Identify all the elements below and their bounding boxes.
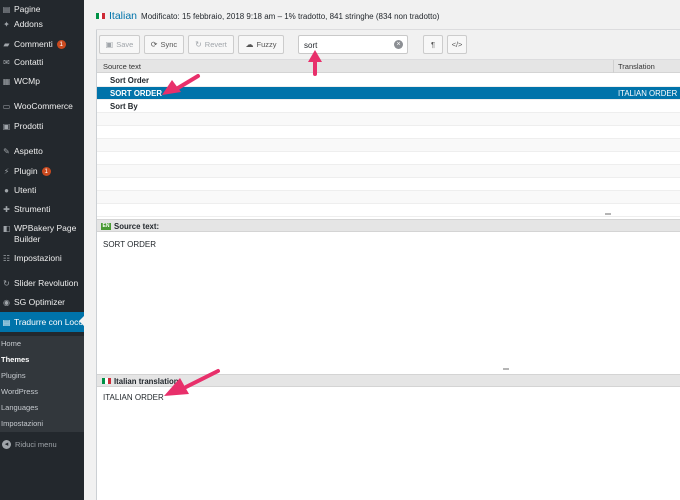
source-cell: SORT ORDER: [110, 89, 162, 98]
wpbakery-icon: ◧: [2, 224, 11, 233]
toggle-invisibles-button[interactable]: ¶: [423, 35, 443, 54]
search-input[interactable]: [304, 39, 392, 51]
editor-toolbar: ▣ Save ⟳ Sync ↻ Revert ☁ Fuzzy ×: [97, 30, 680, 60]
main-content: Italian Modificato: 15 febbraio, 2018 9:…: [84, 0, 680, 500]
source-cell: Sort Order: [110, 76, 149, 85]
empty-row: [97, 165, 680, 178]
woocommerce-icon: ▭: [2, 101, 11, 111]
revert-button[interactable]: ↻ Revert: [188, 35, 234, 54]
file-header: Italian Modificato: 15 febbraio, 2018 9:…: [96, 9, 439, 23]
plugin-icon: ⚡: [3, 166, 10, 176]
pilcrow-icon: ¶: [430, 40, 436, 49]
empty-row: [97, 204, 680, 217]
sidebar-item-commenti[interactable]: ▰ Commenti 1: [0, 35, 84, 53]
sync-icon: ⟳: [150, 40, 158, 49]
empty-row: [97, 152, 680, 165]
submenu-themes[interactable]: Themes: [0, 352, 84, 368]
clear-search-icon[interactable]: ×: [394, 40, 403, 49]
sidebar-item-loco-translate[interactable]: ▤ Tradurre con Loco: [0, 312, 84, 332]
sidebar-item-plugin[interactable]: ⚡ Plugin 1: [0, 162, 84, 180]
sidebar-item-prodotti[interactable]: ▣ Prodotti: [0, 117, 84, 135]
english-badge: EN: [101, 223, 111, 230]
sg-optimizer-icon: ◉: [3, 297, 10, 307]
sidebar-item-utenti[interactable]: ● Utenti: [0, 181, 84, 199]
search-field[interactable]: ×: [298, 35, 408, 54]
file-meta: Modificato: 15 febbraio, 2018 9:18 am – …: [141, 11, 440, 21]
loco-translate-icon: ▤: [2, 317, 11, 327]
admin-sidebar: ▤ Pagine ✦ Addons ▰ Commenti 1 ✉ Contatt…: [0, 0, 84, 500]
source-pane-label: Source text:: [114, 222, 160, 231]
sidebar-item-addons[interactable]: ✦ Addons: [0, 15, 84, 33]
save-button[interactable]: ▣ Save: [99, 35, 140, 54]
table-row-selected[interactable]: SORT ORDER ITALIAN ORDER: [97, 87, 680, 100]
strings-table-header: Source text Translation: [97, 60, 680, 73]
toggle-code-view-button[interactable]: </>: [447, 35, 467, 54]
empty-row: [97, 191, 680, 204]
submenu-languages[interactable]: Languages: [0, 400, 84, 416]
empty-row: [97, 113, 680, 126]
loco-submenu: Home Themes Plugins WordPress Languages …: [0, 336, 84, 432]
submenu-plugins[interactable]: Plugins: [0, 368, 84, 384]
plugin-updates-badge: 1: [41, 166, 51, 176]
products-icon: ▣: [2, 121, 11, 131]
sidebar-item-strumenti[interactable]: ✚ Strumenti: [0, 200, 84, 218]
collapse-arrow-icon: ◂: [2, 439, 11, 449]
table-row[interactable]: Sort Order: [97, 74, 680, 87]
sidebar-item-contatti[interactable]: ✉ Contatti: [0, 53, 84, 71]
code-icon: </>: [451, 40, 463, 49]
revert-icon: ↻: [195, 40, 202, 49]
po-editor: ▣ Save ⟳ Sync ↻ Revert ☁ Fuzzy ×: [96, 30, 680, 500]
sidebar-item-woocommerce[interactable]: ▭ WooCommerce: [0, 97, 84, 115]
submenu-impostazioni[interactable]: Impostazioni: [0, 416, 84, 432]
fuzzy-button[interactable]: ☁ Fuzzy: [238, 35, 284, 54]
resize-grip[interactable]: [605, 213, 611, 215]
empty-row: [97, 178, 680, 191]
sidebar-item-wcmp[interactable]: ▦ WCMp: [0, 72, 84, 90]
pages-icon: ▤: [2, 4, 11, 14]
tools-icon: ✚: [3, 204, 10, 214]
source-pane-header: EN Source text:: [97, 219, 680, 232]
submenu-home[interactable]: Home: [0, 336, 84, 352]
source-cell: Sort By: [110, 102, 138, 111]
settings-icon: ☷: [2, 253, 11, 263]
source-text-value: SORT ORDER: [103, 240, 157, 249]
addons-icon: ✦: [3, 19, 10, 29]
language-title[interactable]: Italian: [109, 10, 137, 22]
table-row[interactable]: Sort By: [97, 100, 680, 113]
sync-button[interactable]: ⟳ Sync: [144, 35, 184, 54]
empty-row: [97, 139, 680, 152]
resize-grip[interactable]: [503, 368, 509, 370]
translation-pane-header: Italian translation:: [97, 374, 680, 387]
column-divider[interactable]: [613, 60, 614, 73]
sidebar-item-wpbakery[interactable]: ◧ WPBakery Page Builder: [0, 221, 84, 249]
mail-icon: ✉: [3, 57, 10, 67]
italian-flag-icon: [96, 13, 105, 19]
sidebar-item-sg-optimizer[interactable]: ◉ SG Optimizer: [0, 293, 84, 311]
sidebar-item-impostazioni[interactable]: ☷ Impostazioni: [0, 249, 84, 267]
floppy-disk-icon: ▣: [105, 40, 114, 49]
translation-cell: ITALIAN ORDER: [618, 89, 678, 98]
appearance-icon: ✎: [3, 146, 10, 156]
translation-pane-label: Italian translation:: [114, 377, 182, 386]
cloud-icon: ☁: [245, 40, 254, 49]
sidebar-item-slider-revolution[interactable]: ↻ Slider Revolution: [0, 274, 84, 292]
sidebar-item-aspetto[interactable]: ✎ Aspetto: [0, 142, 84, 160]
comments-icon: ▰: [3, 39, 10, 49]
users-icon: ●: [4, 185, 9, 195]
collapse-menu-button[interactable]: ◂ Riduci menu: [0, 437, 84, 451]
empty-row: [97, 126, 680, 139]
italian-flag-icon: [102, 378, 111, 384]
submenu-wordpress[interactable]: WordPress: [0, 384, 84, 400]
column-translation[interactable]: Translation: [618, 62, 655, 71]
translation-textarea[interactable]: ITALIAN ORDER: [103, 393, 164, 402]
column-source-text[interactable]: Source text: [103, 62, 141, 71]
wcmp-icon: ▦: [2, 76, 11, 86]
comments-count-badge: 1: [56, 39, 66, 49]
slider-revolution-icon: ↻: [3, 278, 10, 288]
